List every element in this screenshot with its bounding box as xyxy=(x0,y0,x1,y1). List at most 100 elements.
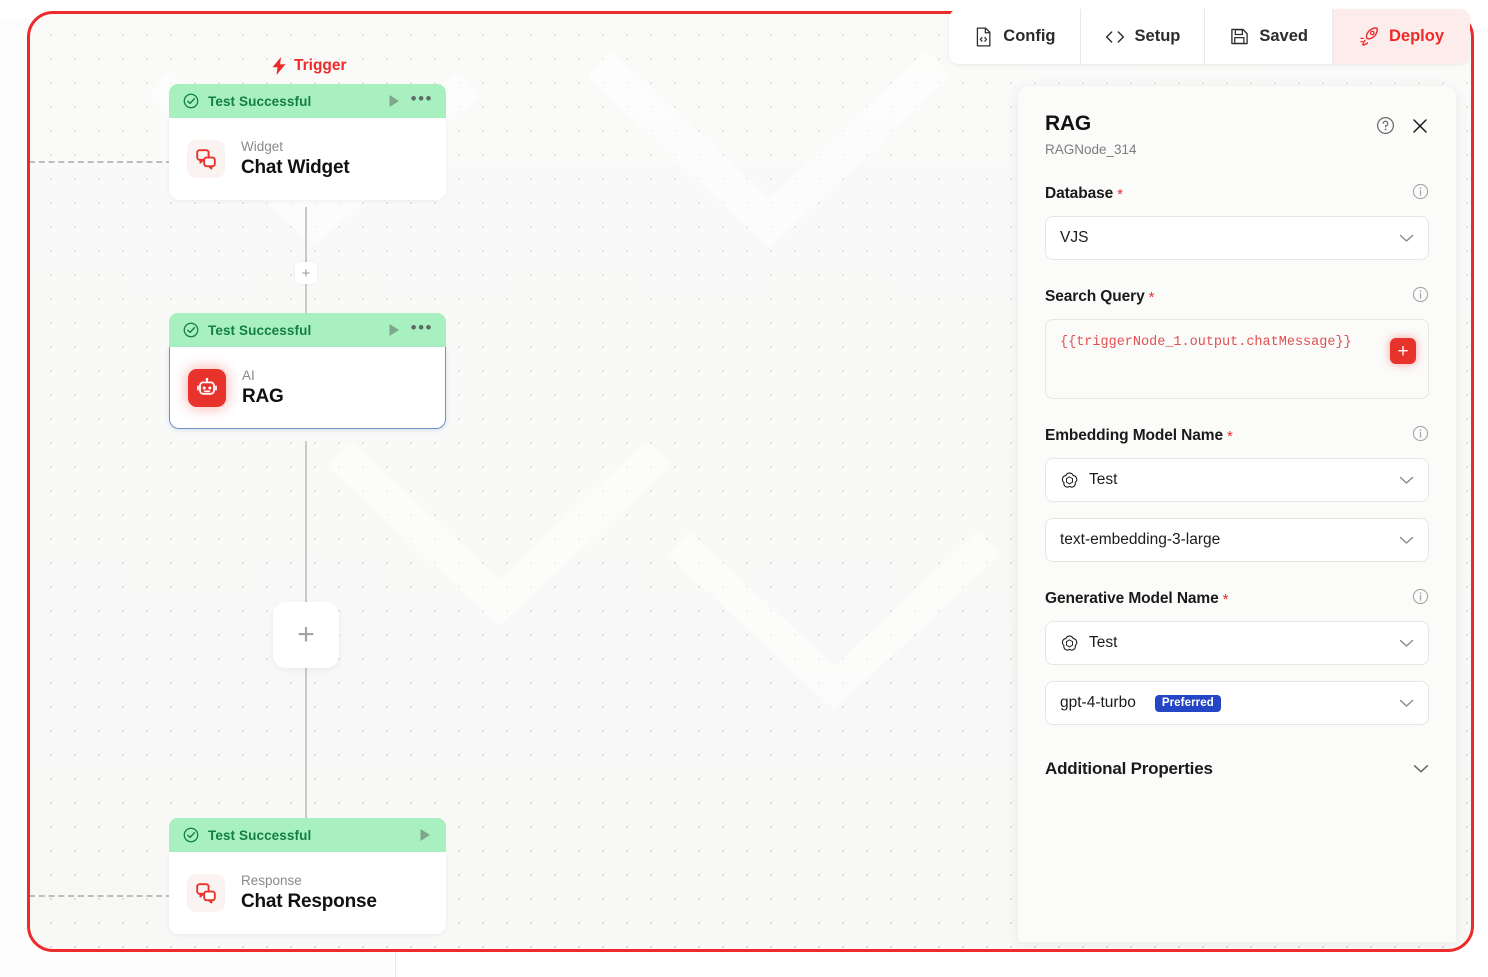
required-marker: * xyxy=(1222,590,1229,608)
node-rag[interactable]: Test Successful ••• AI RAG xyxy=(169,313,446,429)
watermark-chevron xyxy=(669,533,999,710)
openai-icon xyxy=(1061,472,1078,488)
info-icon[interactable] xyxy=(1412,286,1429,308)
field-label: Embedding Model Name xyxy=(1045,427,1223,444)
database-select[interactable]: VJS xyxy=(1045,216,1429,260)
chevron-down-icon xyxy=(1399,536,1414,544)
node-body[interactable]: Response Chat Response xyxy=(169,852,446,934)
openai-icon xyxy=(1061,635,1078,651)
top-toolbar: Config Setup Saved Deploy xyxy=(949,9,1470,64)
deploy-button[interactable]: Deploy xyxy=(1332,9,1470,64)
node-meta: AI RAG xyxy=(242,368,284,408)
properties-panel: RAG RAGNode_314 Database * VJS Search Qu… xyxy=(1018,86,1456,942)
additional-properties-accordion[interactable]: Additional Properties xyxy=(1045,759,1429,779)
generative-model-value: gpt-4-turbo xyxy=(1060,694,1136,711)
deploy-label: Deploy xyxy=(1388,27,1444,45)
node-status-text: Test Successful xyxy=(208,93,312,109)
setup-label: Setup xyxy=(1134,27,1181,45)
config-button[interactable]: Config xyxy=(949,9,1081,64)
node-chat-response[interactable]: Test Successful Response Chat Response xyxy=(169,818,446,934)
info-icon[interactable] xyxy=(1412,588,1429,610)
robot-icon xyxy=(188,368,226,407)
field-database: Database * VJS xyxy=(1045,183,1429,260)
preferred-badge: Preferred xyxy=(1154,694,1221,712)
node-meta: Response Chat Response xyxy=(241,873,377,913)
embedding-model-value: text-embedding-3-large xyxy=(1060,531,1221,548)
trigger-label: Trigger xyxy=(272,57,347,75)
node-menu-button[interactable]: ••• xyxy=(411,319,433,342)
config-label: Config xyxy=(1003,27,1056,45)
code-brackets-icon xyxy=(1105,27,1125,47)
node-status-text: Test Successful xyxy=(208,322,312,338)
embedding-provider-value: Test xyxy=(1089,471,1118,488)
save-disk-icon xyxy=(1229,27,1249,47)
app-root: + + Trigger Test Successful ••• Widget C… xyxy=(0,0,1488,977)
field-label: Database xyxy=(1045,185,1114,202)
generative-provider-value: Test xyxy=(1089,634,1118,651)
field-embedding-model: Embedding Model Name * Test text-embeddi… xyxy=(1045,425,1429,562)
chat-bubbles-icon xyxy=(187,140,225,178)
chevron-down-icon xyxy=(1413,765,1429,773)
chevron-down-icon xyxy=(1399,476,1414,484)
saved-button[interactable]: Saved xyxy=(1205,9,1333,64)
add-node-inline-button[interactable]: + xyxy=(295,262,317,284)
insert-variable-button[interactable]: + xyxy=(1390,338,1416,364)
embedding-model-select[interactable]: text-embedding-3-large xyxy=(1045,518,1429,562)
add-node-button[interactable]: + xyxy=(273,602,339,668)
embedding-provider-select[interactable]: Test xyxy=(1045,458,1429,502)
check-circle-icon xyxy=(183,827,199,843)
watermark-chevron xyxy=(329,443,669,627)
node-status-bar: Test Successful ••• xyxy=(169,84,446,118)
field-label: Search Query xyxy=(1045,288,1145,305)
node-status-bar: Test Successful ••• xyxy=(169,313,446,347)
generative-provider-select[interactable]: Test xyxy=(1045,621,1429,665)
play-icon[interactable] xyxy=(386,93,402,109)
required-marker: * xyxy=(1148,288,1155,306)
accordion-label: Additional Properties xyxy=(1045,759,1213,778)
node-status-bar: Test Successful xyxy=(169,818,446,852)
required-marker: * xyxy=(1227,427,1233,445)
rocket-icon xyxy=(1359,27,1379,47)
inbound-edge-bottom xyxy=(29,895,172,897)
panel-header: RAG RAGNode_314 xyxy=(1045,112,1429,157)
field-search-query: Search Query * {{triggerNode_1.output.ch… xyxy=(1045,286,1429,399)
chevron-down-icon xyxy=(1399,234,1414,242)
info-icon[interactable] xyxy=(1412,183,1429,205)
close-icon[interactable] xyxy=(1411,117,1429,135)
node-chat-widget[interactable]: Test Successful ••• Widget Chat Widget xyxy=(169,84,446,200)
required-marker: * xyxy=(1117,185,1123,203)
node-status-text: Test Successful xyxy=(208,827,312,843)
file-code-icon xyxy=(973,26,993,47)
info-icon[interactable] xyxy=(1412,425,1429,447)
watermark-chevron xyxy=(589,53,949,248)
inbound-edge-top xyxy=(29,161,172,163)
question-circle-icon[interactable] xyxy=(1376,116,1395,135)
search-query-value: {{triggerNode_1.output.chatMessage}} xyxy=(1060,335,1352,350)
play-icon[interactable] xyxy=(386,322,402,338)
database-value: VJS xyxy=(1060,229,1089,246)
node-menu-button[interactable]: ••• xyxy=(411,90,433,113)
field-label: Generative Model Name xyxy=(1045,590,1219,607)
lightning-bolt-icon xyxy=(272,57,286,75)
node-kind-label: Widget xyxy=(241,139,284,154)
check-circle-icon xyxy=(183,93,199,109)
saved-label: Saved xyxy=(1259,27,1308,45)
node-body[interactable]: Widget Chat Widget xyxy=(169,118,446,200)
node-meta: Widget Chat Widget xyxy=(241,139,350,179)
node-title: Chat Widget xyxy=(241,157,350,178)
chat-bubbles-icon xyxy=(187,874,225,912)
node-body[interactable]: AI RAG xyxy=(169,347,446,429)
node-title: Chat Response xyxy=(241,891,377,912)
generative-model-select[interactable]: gpt-4-turbo Preferred xyxy=(1045,681,1429,725)
search-query-input[interactable]: {{triggerNode_1.output.chatMessage}} + xyxy=(1045,319,1429,399)
node-kind-label: AI xyxy=(242,367,255,383)
panel-title: RAG xyxy=(1045,112,1092,135)
field-generative-model: Generative Model Name * Test gpt-4-turbo… xyxy=(1045,588,1429,725)
chevron-down-icon xyxy=(1399,639,1414,647)
node-kind-label: Response xyxy=(241,873,302,888)
setup-button[interactable]: Setup xyxy=(1081,9,1206,64)
trigger-label-text: Trigger xyxy=(294,57,347,74)
node-title: RAG xyxy=(242,385,284,407)
play-icon[interactable] xyxy=(417,827,433,843)
chevron-down-icon xyxy=(1399,699,1414,707)
